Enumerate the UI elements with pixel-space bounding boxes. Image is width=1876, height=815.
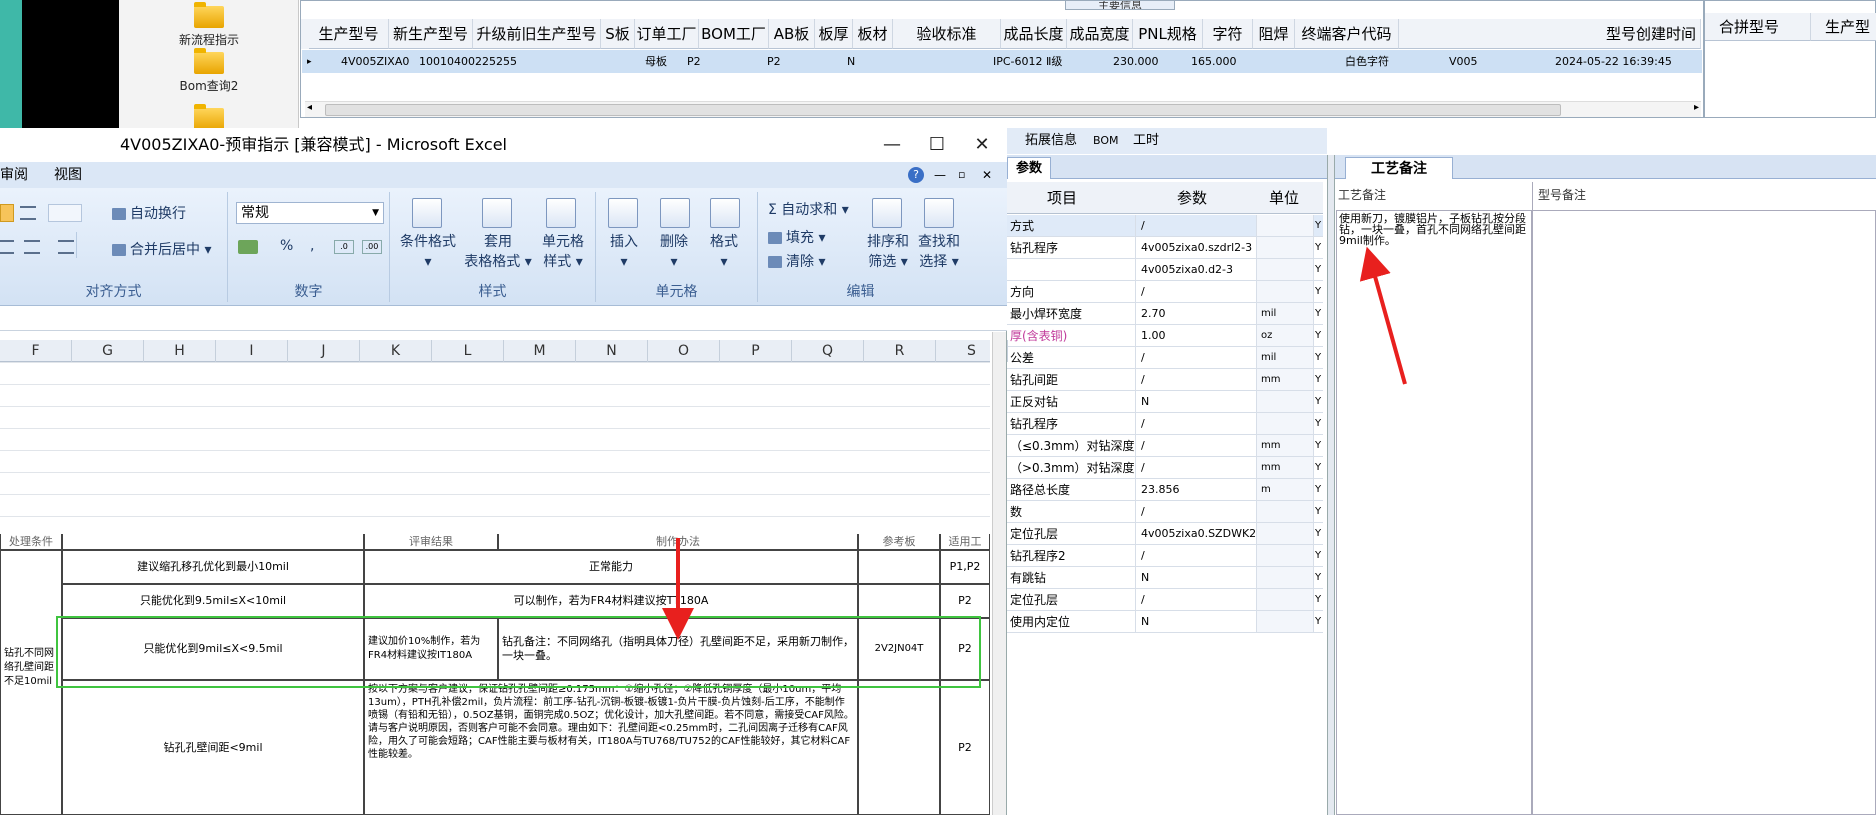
annotation-arrows	[662, 246, 1407, 640]
arrow-up-annotation	[1359, 246, 1407, 385]
